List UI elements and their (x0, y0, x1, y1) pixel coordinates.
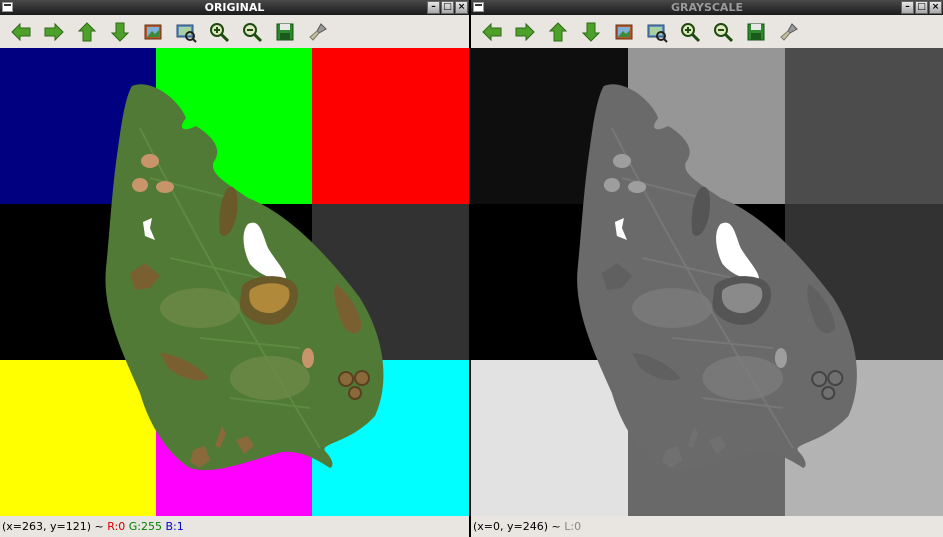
save-button[interactable] (739, 18, 772, 46)
pan-down-button[interactable] (103, 18, 136, 46)
window-menu-icon[interactable] (2, 2, 13, 12)
status-bar: (x=0, y=246) ~ L:0 (471, 516, 943, 537)
clear-brush-icon (308, 23, 327, 41)
zoom-in-button[interactable] (673, 18, 706, 46)
cursor-coordinates: (x=263, y=121) ~ (2, 520, 108, 533)
zoom-fit-button[interactable] (169, 18, 202, 46)
cursor-coordinates: (x=0, y=246) ~ (473, 520, 565, 533)
arrow-down-icon (110, 22, 129, 42)
zoom-in-icon (680, 23, 700, 43)
save-image-icon (144, 24, 161, 40)
red-value: R:0 (107, 520, 126, 533)
pan-right-button[interactable] (508, 18, 541, 46)
save-image-button[interactable] (607, 18, 640, 46)
image-canvas[interactable] (0, 48, 469, 516)
zoom-out-button[interactable] (235, 18, 268, 46)
blue-value: B:1 (165, 520, 184, 533)
close-button[interactable]: × (455, 1, 468, 14)
arrow-up-icon (548, 22, 567, 42)
arrow-right-icon (515, 22, 535, 42)
original-window: ORIGINAL – □ × (x=263, y=121) ~ R:0 G:25… (0, 0, 469, 537)
window-title: GRAYSCALE (671, 1, 743, 14)
green-value: G:255 (128, 520, 162, 533)
maximize-button[interactable]: □ (915, 1, 928, 14)
zoom-fit-button[interactable] (640, 18, 673, 46)
arrow-right-icon (44, 22, 64, 42)
window-title: ORIGINAL (204, 1, 265, 14)
pan-right-button[interactable] (37, 18, 70, 46)
arrow-up-icon (77, 22, 96, 42)
save-icon (747, 23, 764, 41)
arrow-left-icon (481, 22, 501, 42)
zoom-in-button[interactable] (202, 18, 235, 46)
clear-button[interactable] (301, 18, 334, 46)
zoom-in-icon (209, 23, 229, 43)
zoom-out-button[interactable] (706, 18, 739, 46)
arrow-left-icon (10, 22, 30, 42)
status-bar: (x=263, y=121) ~ R:0 G:255 B:1 (0, 516, 469, 537)
save-button[interactable] (268, 18, 301, 46)
zoom-fit-icon (176, 24, 197, 43)
pan-left-button[interactable] (4, 18, 37, 46)
minimize-button[interactable]: – (901, 1, 914, 14)
toolbar (0, 16, 469, 48)
save-image-button[interactable] (136, 18, 169, 46)
pan-up-button[interactable] (541, 18, 574, 46)
original-image (0, 48, 469, 516)
zoom-out-icon (713, 23, 733, 43)
clear-button[interactable] (772, 18, 805, 46)
window-menu-icon[interactable] (473, 2, 484, 12)
zoom-out-icon (242, 23, 262, 43)
pan-left-button[interactable] (475, 18, 508, 46)
minimize-button[interactable]: – (427, 1, 440, 14)
grayscale-window: GRAYSCALE – □ × (x=0, y=246) ~ L:0 (471, 0, 943, 537)
save-image-icon (615, 24, 632, 40)
maximize-button[interactable]: □ (441, 1, 454, 14)
pan-down-button[interactable] (574, 18, 607, 46)
close-button[interactable]: × (929, 1, 942, 14)
save-icon (276, 23, 293, 41)
zoom-fit-icon (647, 24, 668, 43)
title-bar[interactable]: GRAYSCALE – □ × (471, 0, 943, 15)
image-canvas[interactable] (471, 48, 943, 516)
title-bar[interactable]: ORIGINAL – □ × (0, 0, 469, 15)
pan-up-button[interactable] (70, 18, 103, 46)
arrow-down-icon (581, 22, 600, 42)
clear-brush-icon (779, 23, 798, 41)
toolbar (471, 16, 943, 48)
luminance-value: L:0 (564, 520, 582, 533)
grayscale-image (471, 48, 943, 516)
